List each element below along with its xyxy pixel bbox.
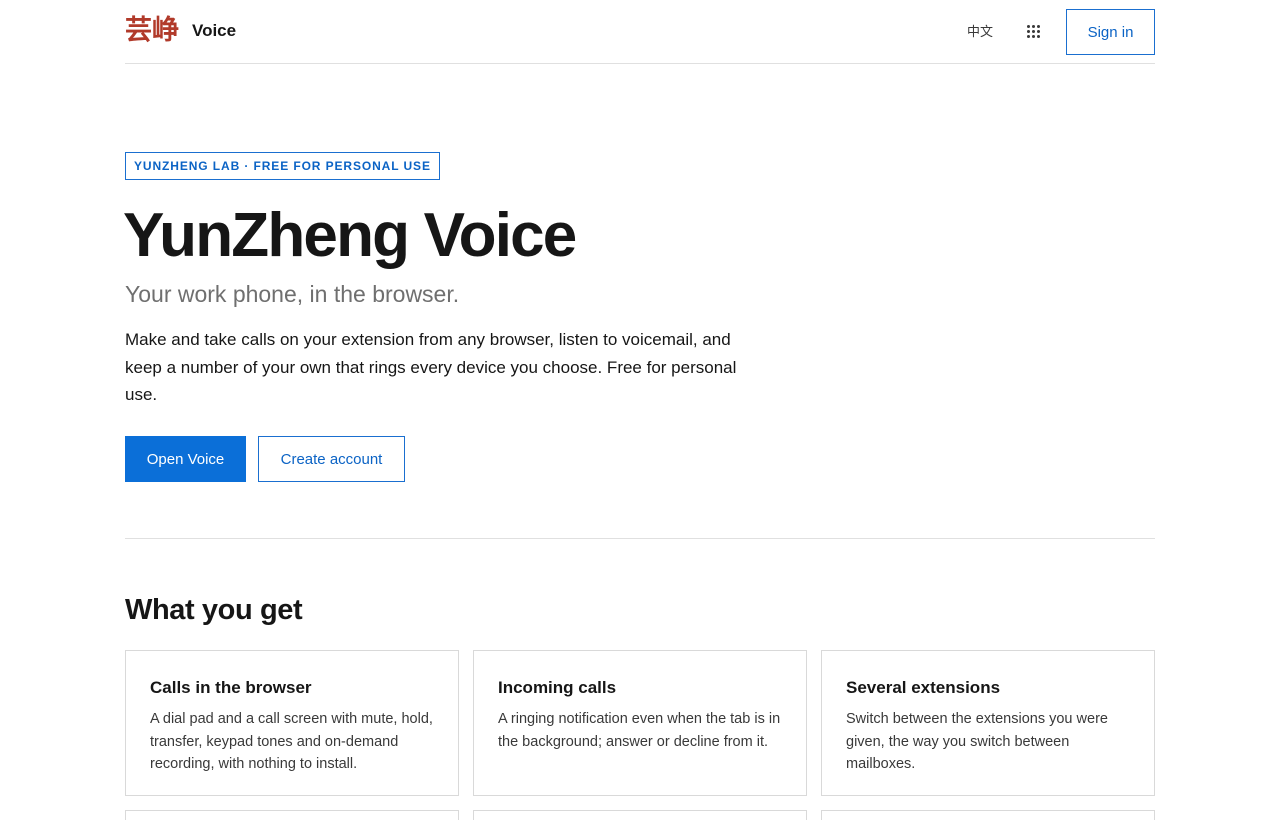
features-title: What you get: [125, 594, 303, 626]
language-switch-button[interactable]: 中文: [967, 21, 993, 40]
create-account-button[interactable]: Create account: [258, 436, 405, 482]
open-voice-button[interactable]: Open Voice: [125, 436, 246, 482]
brand-name: Voice: [192, 21, 237, 40]
feature-card: Incoming calls A ringing notification ev…: [473, 650, 807, 796]
sign-in-button[interactable]: Sign in: [1066, 9, 1155, 55]
feature-card-partial: [821, 810, 1155, 820]
feature-card-title: Calls in the browser: [150, 678, 312, 697]
feature-card: Calls in the browser A dial pad and a ca…: [125, 650, 459, 796]
hero-subtitle: Your work phone, in the browser.: [125, 281, 460, 307]
feature-card: Several extensions Switch between the ex…: [821, 650, 1155, 796]
site-header: 芸峥 Voice 中文 Sign in: [125, 0, 1155, 64]
feature-card-partial: [473, 810, 807, 820]
feature-card-description: A dial pad and a call screen with mute, …: [150, 711, 433, 772]
hero-tag: YUNZHENG LAB · FREE FOR PERSONAL USE: [125, 152, 440, 180]
hero-title: YunZheng Voice: [123, 201, 577, 270]
apps-grid-icon[interactable]: [1027, 25, 1041, 39]
feature-card-description: Switch between the extensions you were g…: [846, 711, 1108, 772]
brand-logo: 芸峥: [125, 15, 179, 46]
feature-card-partial: [125, 810, 459, 820]
feature-card-description: A ringing notification even when the tab…: [498, 711, 781, 750]
feature-card-title: Several extensions: [846, 678, 1001, 697]
feature-card-title: Incoming calls: [498, 678, 617, 697]
section-divider: [125, 538, 1155, 539]
brand[interactable]: 芸峥 Voice: [125, 14, 236, 48]
hero-description: Make and take calls on your extension fr…: [125, 330, 737, 404]
